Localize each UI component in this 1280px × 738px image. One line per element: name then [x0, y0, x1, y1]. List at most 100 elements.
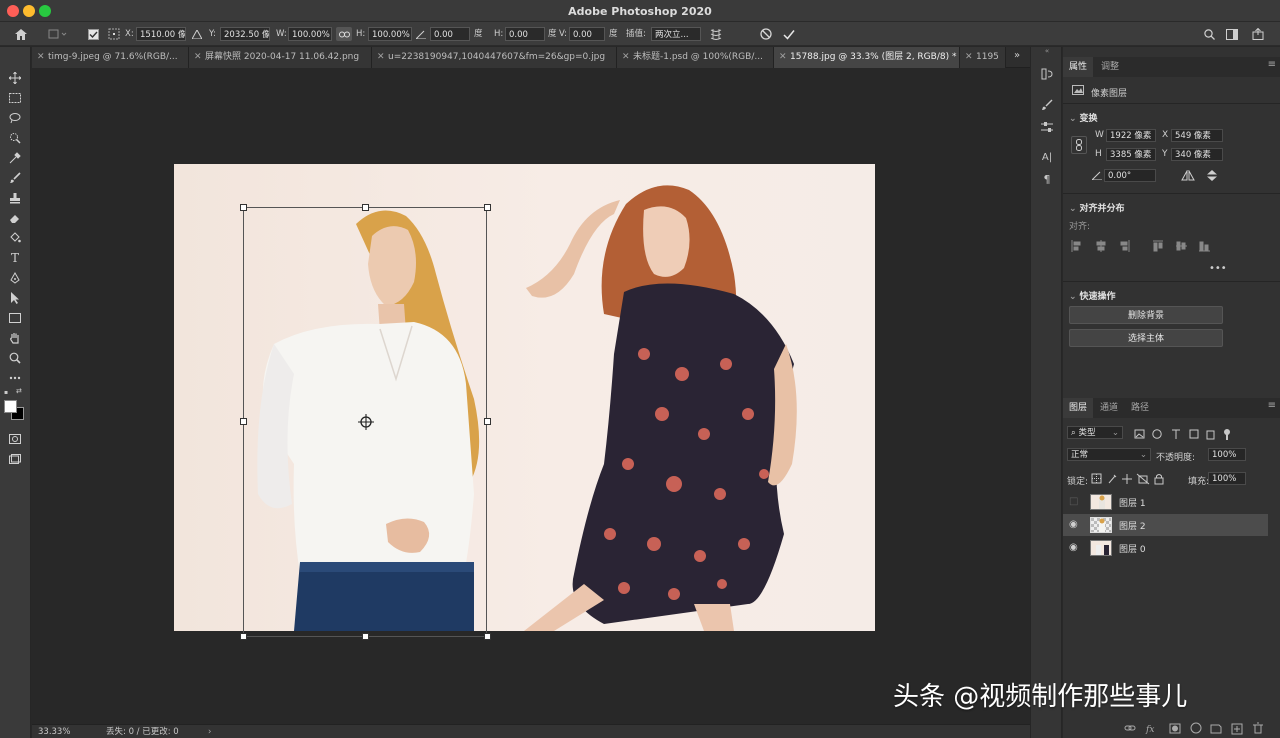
tab-channels[interactable]: 通道 [1094, 398, 1124, 418]
share-icon[interactable] [1249, 26, 1267, 42]
delta-icon[interactable] [190, 26, 204, 42]
home-icon[interactable] [12, 26, 30, 42]
history-panel-icon[interactable] [1038, 66, 1056, 82]
character-panel-icon[interactable]: A| [1038, 149, 1056, 165]
tab-document-active[interactable]: ✕ 15788.jpg @ 33.3% (图层 2, RGB/8) * [774, 47, 960, 68]
brush-settings-icon[interactable] [1038, 97, 1056, 113]
layer-row-selected[interactable]: ◉ 图层 2 [1063, 514, 1268, 536]
prop-y-field[interactable]: 340 像素 [1171, 148, 1223, 161]
reference-point-crosshair-icon[interactable] [358, 414, 374, 430]
default-colors-icon[interactable]: ▪ [4, 389, 8, 396]
link-dimensions-icon[interactable] [1071, 136, 1087, 154]
link-icon[interactable] [336, 27, 352, 41]
tab-adjustments[interactable]: 调整 [1095, 57, 1125, 77]
more-tools-icon[interactable] [5, 369, 25, 387]
tab-document-1[interactable]: ✕ timg-9.jpeg @ 71.6%(RGB/... [32, 47, 189, 68]
status-more-icon[interactable]: › [208, 725, 211, 738]
lasso-tool-icon[interactable] [5, 109, 25, 127]
paint-bucket-tool-icon[interactable] [5, 229, 25, 247]
paragraph-panel-icon[interactable]: ¶ [1038, 171, 1056, 187]
close-tab-icon[interactable]: ✕ [194, 47, 202, 68]
prop-x-field[interactable]: 549 像素 [1171, 129, 1223, 142]
quick-actions-section-title[interactable]: ⌄ 快速操作 [1069, 289, 1116, 302]
close-tab-icon[interactable]: ✕ [37, 47, 45, 68]
eyedropper-tool-icon[interactable] [5, 149, 25, 167]
tab-layers[interactable]: 图层 [1063, 398, 1094, 418]
tab-document-6[interactable]: ✕ 1195 [960, 47, 1006, 68]
foreground-color-swatch[interactable] [4, 400, 17, 413]
adjustments-icon[interactable] [1038, 119, 1056, 135]
collapse-strip-icon[interactable]: « [1031, 47, 1063, 57]
transform-handle-bottom[interactable] [362, 633, 369, 640]
vertical-skew-field[interactable]: 0.00 [569, 27, 605, 41]
auto-select-checkbox[interactable] [86, 27, 100, 41]
eye-icon[interactable]: ◉ [1069, 542, 1078, 553]
align-section-title[interactable]: ⌄ 对齐并分布 [1069, 201, 1125, 214]
workspace-icon[interactable] [1224, 26, 1240, 42]
transform-handle-top-right[interactable] [484, 204, 491, 211]
zoom-level[interactable]: 33.33% [38, 725, 70, 738]
flip-vertical-icon[interactable] [1206, 169, 1218, 185]
transform-handle-left[interactable] [240, 418, 247, 425]
type-tool-icon[interactable]: T [5, 249, 25, 267]
prop-width-field[interactable]: 1922 像素 [1106, 129, 1156, 142]
lock-icons[interactable] [1091, 473, 1165, 485]
layer-row[interactable]: ◉ 图层 0 [1063, 537, 1268, 559]
marquee-tool-icon[interactable] [5, 89, 25, 107]
rotation-field[interactable]: 0.00 [430, 27, 470, 41]
quick-mask-icon[interactable] [5, 430, 25, 448]
width-percent-field[interactable]: 100.00% [288, 27, 332, 41]
quick-selection-tool-icon[interactable] [5, 129, 25, 147]
hand-tool-icon[interactable] [5, 329, 25, 347]
remove-background-button[interactable]: 删除背景 [1069, 306, 1223, 324]
screen-mode-icon[interactable] [5, 450, 25, 468]
pen-tool-icon[interactable] [5, 269, 25, 287]
more-align-options-icon[interactable]: ••• [1209, 263, 1227, 274]
swap-colors-icon[interactable]: ⇄ [16, 387, 22, 395]
properties-menu-icon[interactable]: ≡ [1268, 59, 1276, 70]
close-tab-icon[interactable]: ✕ [965, 47, 973, 68]
transform-handle-bottom-right[interactable] [484, 633, 491, 640]
tab-document-2[interactable]: ✕ 屏幕快照 2020-04-17 11.06.42.png [189, 47, 372, 68]
interpolation-select[interactable]: 两次立... [651, 27, 701, 41]
brush-tool-icon[interactable] [5, 169, 25, 187]
more-tabs-icon[interactable]: » [1014, 50, 1020, 61]
tab-properties[interactable]: 属性 [1063, 57, 1094, 77]
warp-icon[interactable] [708, 26, 724, 42]
blend-mode-select[interactable]: 正常 ⌄ [1067, 448, 1151, 461]
tab-paths[interactable]: 路径 [1125, 398, 1155, 418]
height-percent-field[interactable]: 100.00% [368, 27, 412, 41]
layer-filter-select[interactable]: ⌕ 类型 ⌄ [1067, 426, 1123, 439]
close-tab-icon[interactable]: ✕ [622, 47, 630, 68]
prop-height-field[interactable]: 3385 像素 [1106, 148, 1156, 161]
move-tool-icon[interactable] [5, 69, 25, 87]
rectangle-tool-icon[interactable] [5, 309, 25, 327]
transform-handle-right[interactable] [484, 418, 491, 425]
fill-field[interactable]: 100% [1208, 472, 1246, 485]
transform-handle-top[interactable] [362, 204, 369, 211]
tab-document-3[interactable]: ✕ u=2238190947,1040447607&fm=26&gp=0.jpg [372, 47, 617, 68]
transform-section-title[interactable]: ⌄ 变换 [1069, 111, 1098, 124]
eraser-tool-icon[interactable] [5, 209, 25, 227]
layer-row[interactable]: □ 图层 1 [1063, 491, 1268, 513]
layers-menu-icon[interactable]: ≡ [1268, 400, 1276, 411]
close-tab-icon[interactable]: ✕ [779, 47, 787, 68]
prop-rotation-field[interactable]: 0.00° [1104, 169, 1156, 182]
path-selection-tool-icon[interactable] [5, 289, 25, 307]
close-tab-icon[interactable]: ✕ [377, 47, 385, 68]
search-icon[interactable] [1201, 26, 1217, 42]
tab-document-4[interactable]: ✕ 未标题-1.psd @ 100%(RGB/... [617, 47, 774, 68]
zoom-tool-icon[interactable] [5, 349, 25, 367]
stamp-tool-icon[interactable] [5, 189, 25, 207]
eye-icon[interactable]: ◉ [1069, 519, 1078, 530]
select-subject-button[interactable]: 选择主体 [1069, 329, 1223, 347]
color-swatches[interactable]: ▪ ⇄ [3, 387, 29, 425]
commit-transform-icon[interactable] [781, 26, 797, 42]
transform-tool-icon[interactable] [44, 26, 70, 42]
transform-handle-bottom-left[interactable] [240, 633, 247, 640]
visibility-toggle-off[interactable]: □ [1069, 496, 1078, 507]
opacity-field[interactable]: 100% [1208, 448, 1246, 461]
cancel-transform-icon[interactable] [758, 26, 774, 42]
flip-horizontal-icon[interactable] [1181, 169, 1195, 184]
x-position-field[interactable]: 1510.00 像素 [136, 27, 186, 41]
